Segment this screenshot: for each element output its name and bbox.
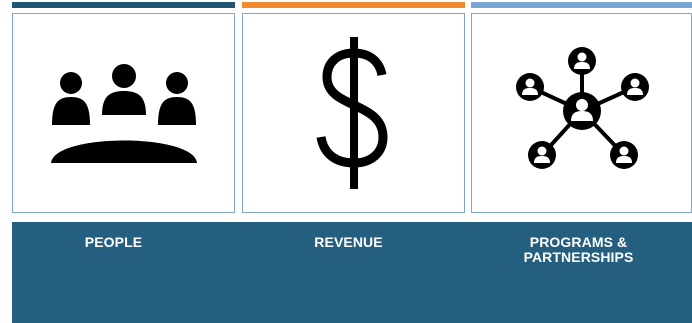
revenue-accent-bar <box>242 2 465 8</box>
people-label: PEOPLE <box>84 234 143 250</box>
programs-card[interactable] <box>471 13 692 213</box>
programs-label: PROGRAMS & PARTNERSHIPS <box>523 234 634 265</box>
network-icon <box>515 47 649 169</box>
people-card[interactable] <box>12 13 235 213</box>
people-accent-bar <box>12 2 235 8</box>
revenue-label: REVENUE <box>314 234 383 250</box>
revenue-card[interactable] <box>242 13 465 213</box>
network-node-center <box>562 92 601 130</box>
dollar-sign-icon <box>316 37 388 189</box>
programs-accent-bar <box>471 2 692 8</box>
meeting-people-icon <box>45 64 202 163</box>
